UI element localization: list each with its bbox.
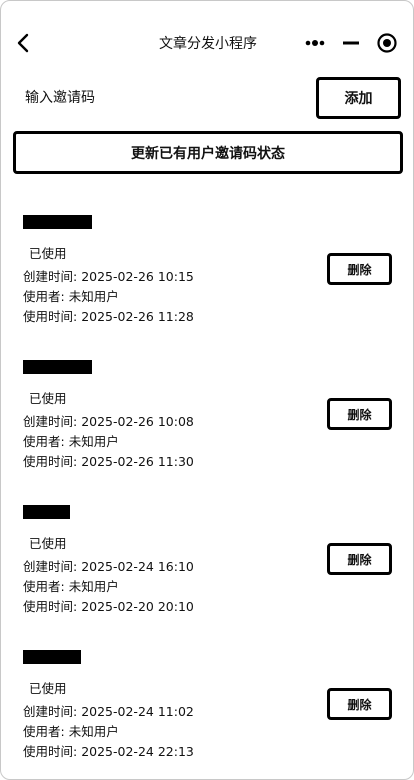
capsule-menu (303, 30, 399, 56)
user-value: 未知用户 (68, 289, 119, 304)
status-text: 已使用 (29, 246, 67, 261)
delete-button[interactable]: 删除 (327, 253, 392, 285)
user-row: 使用者: 未知用户 (23, 722, 119, 742)
created-time-row: 创建时间: 2025-02-24 16:10 (23, 557, 194, 577)
status-text: 已使用 (29, 391, 67, 406)
user-row: 使用者: 未知用户 (23, 577, 119, 597)
delete-button[interactable]: 删除 (327, 688, 392, 720)
user-value: 未知用户 (68, 724, 119, 739)
created-time-row: 创建时间: 2025-02-26 10:08 (23, 412, 194, 432)
created-time-row: 创建时间: 2025-02-26 10:15 (23, 267, 194, 287)
user-label: 使用者: (23, 724, 65, 739)
list-item: ABCDE 已使用 创建时间: 2025-02-24 11:02 使用者: 未知… (1, 650, 413, 779)
created-label: 创建时间: (23, 414, 78, 429)
delete-button[interactable]: 删除 (327, 543, 392, 575)
used-label: 使用时间: (23, 599, 78, 614)
delete-button[interactable]: 删除 (327, 398, 392, 430)
used-time-row: 使用时间: 2025-02-26 11:28 (23, 307, 194, 327)
created-value: 2025-02-26 10:15 (81, 269, 194, 284)
invite-code: ABCDEF (23, 360, 92, 374)
created-label: 创建时间: (23, 559, 78, 574)
status-text: 已使用 (29, 536, 67, 551)
list-item: ABCDEF 已使用 创建时间: 2025-02-26 10:15 使用者: 未… (1, 215, 413, 345)
user-label: 使用者: (23, 434, 65, 449)
invite-code-input[interactable] (15, 75, 295, 121)
user-value: 未知用户 (68, 434, 119, 449)
created-label: 创建时间: (23, 704, 78, 719)
created-value: 2025-02-24 16:10 (81, 559, 194, 574)
list-item: ABCD 已使用 创建时间: 2025-02-24 16:10 使用者: 未知用… (1, 505, 413, 635)
target-circle-icon[interactable] (375, 31, 399, 55)
more-dots-icon[interactable] (303, 31, 327, 55)
add-button[interactable]: 添加 (316, 77, 401, 119)
invite-row: 添加 (1, 75, 413, 125)
created-value: 2025-02-24 11:02 (81, 704, 194, 719)
used-time-row: 使用时间: 2025-02-26 11:30 (23, 452, 194, 472)
used-value: 2025-02-20 20:10 (81, 599, 194, 614)
used-time-row: 使用时间: 2025-02-20 20:10 (23, 597, 194, 617)
used-value: 2025-02-24 22:13 (81, 744, 194, 759)
created-time-row: 创建时间: 2025-02-24 11:02 (23, 702, 194, 722)
used-value: 2025-02-26 11:30 (81, 454, 194, 469)
used-label: 使用时间: (23, 744, 78, 759)
list-item: ABCDEF 已使用 创建时间: 2025-02-26 10:08 使用者: 未… (1, 360, 413, 490)
refresh-status-button[interactable]: 更新已有用户邀请码状态 (13, 131, 403, 174)
invite-code: ABCDE (23, 650, 81, 664)
nav-bar: 文章分发小程序 (1, 1, 413, 65)
user-row: 使用者: 未知用户 (23, 287, 119, 307)
app-frame: 文章分发小程序 添加 更新已有用户邀请码状态 ABCDEF 已使用 创建时间: … (0, 0, 414, 780)
used-time-row: 使用时间: 2025-02-24 22:13 (23, 742, 194, 762)
invite-code: ABCD (23, 505, 71, 519)
created-value: 2025-02-26 10:08 (81, 414, 194, 429)
minus-icon[interactable] (339, 31, 363, 55)
used-label: 使用时间: (23, 454, 78, 469)
user-row: 使用者: 未知用户 (23, 432, 119, 452)
user-value: 未知用户 (68, 579, 119, 594)
status-text: 已使用 (29, 681, 67, 696)
user-label: 使用者: (23, 579, 65, 594)
used-value: 2025-02-26 11:28 (81, 309, 194, 324)
used-label: 使用时间: (23, 309, 78, 324)
user-label: 使用者: (23, 289, 65, 304)
invite-code: ABCDEF (23, 215, 92, 229)
created-label: 创建时间: (23, 269, 78, 284)
